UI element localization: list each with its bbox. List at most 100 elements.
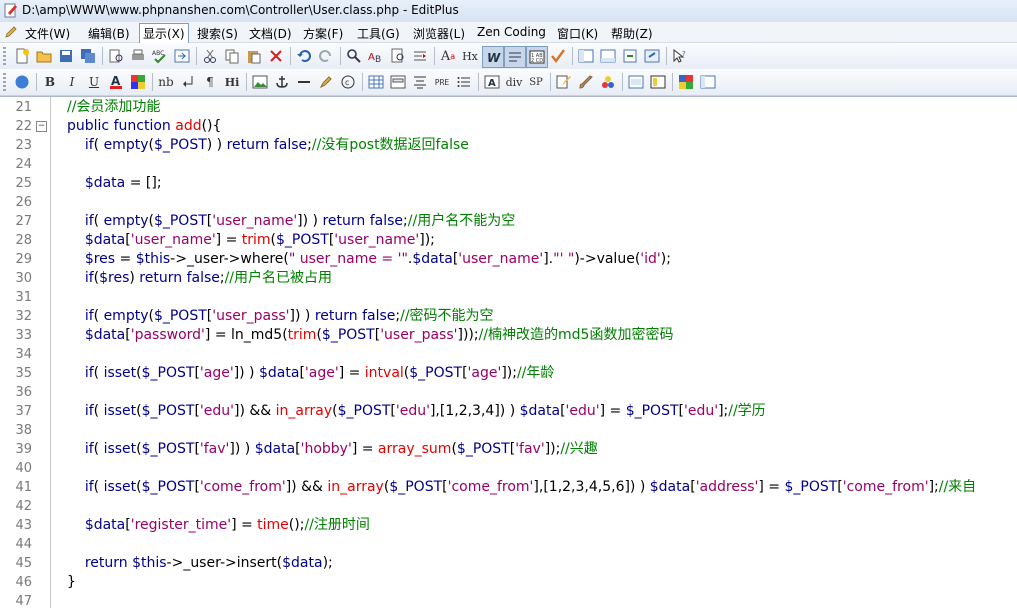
delete-icon[interactable]	[266, 46, 286, 66]
horizontal-rule-icon[interactable]	[294, 72, 314, 92]
frame-icon[interactable]	[626, 72, 646, 92]
open-folder-icon[interactable]	[34, 46, 54, 66]
center-align-icon[interactable]	[410, 72, 430, 92]
menu-item[interactable]: 显示(X)	[139, 23, 189, 44]
font-icon[interactable]: Aa	[438, 46, 458, 66]
highlight-icon[interactable]	[316, 72, 336, 92]
line-break-icon[interactable]	[178, 72, 198, 92]
output-window-icon[interactable]	[598, 46, 618, 66]
form-icon[interactable]	[388, 72, 408, 92]
menu-item[interactable]: Zen Coding	[474, 24, 549, 40]
code-line[interactable]: 32 if( empty($_POST['user_pass']) ) retu…	[0, 307, 1017, 326]
code-line[interactable]: 34	[0, 345, 1017, 364]
line-number-icon[interactable]: 1 AB 2 CD	[526, 46, 548, 68]
toolbar-grip[interactable]	[3, 73, 6, 91]
globe-icon[interactable]	[12, 72, 32, 92]
paste-icon[interactable]	[244, 46, 264, 66]
fold-toggle-icon[interactable]: −	[36, 121, 47, 132]
code-line[interactable]: 26	[0, 193, 1017, 212]
code-line[interactable]: 40	[0, 459, 1017, 478]
code-line[interactable]: 24	[0, 155, 1017, 174]
menu-item[interactable]: 文档(D)	[246, 24, 295, 43]
code-line[interactable]: 31	[0, 288, 1017, 307]
code-line[interactable]: 29 $res = $this->_user->where(" user_nam…	[0, 250, 1017, 269]
heading-icon[interactable]: Hi	[222, 72, 242, 92]
help-cursor-icon[interactable]: ?	[670, 46, 690, 66]
spell-check-icon[interactable]: ABC	[150, 46, 170, 66]
italic-icon[interactable]: I	[62, 72, 82, 92]
print-icon[interactable]	[128, 46, 148, 66]
code-line[interactable]: 28 $data['user_name'] = trim($_POST['use…	[0, 231, 1017, 250]
ruler-icon[interactable]	[504, 46, 526, 68]
print-preview-icon[interactable]	[106, 46, 126, 66]
code-line[interactable]: 25 $data = [];	[0, 174, 1017, 193]
replace-icon[interactable]: AB	[366, 46, 386, 66]
menu-item[interactable]: 方案(F)	[300, 24, 346, 43]
code-line[interactable]: 22− public function add(){	[0, 117, 1017, 136]
menu-item[interactable]: 窗口(K)	[554, 24, 601, 43]
code-line[interactable]: 41 if( isset($_POST['come_from']) && in_…	[0, 478, 1017, 497]
text-box-icon[interactable]: A	[482, 72, 502, 92]
window-layout-icon[interactable]	[648, 72, 668, 92]
color-palette-icon[interactable]	[128, 72, 148, 92]
code-line[interactable]: 37 if( isset($_POST['edu']) && in_array(…	[0, 402, 1017, 421]
word-wrap-icon[interactable]: W	[482, 46, 504, 68]
list-icon[interactable]	[454, 72, 474, 92]
check-icon[interactable]	[548, 46, 568, 66]
code-line[interactable]: 36	[0, 383, 1017, 402]
bold-icon[interactable]: B	[40, 72, 60, 92]
fullscreen-icon[interactable]	[642, 46, 662, 66]
copy-icon[interactable]	[222, 46, 242, 66]
redo-icon[interactable]	[316, 46, 336, 66]
code-line[interactable]: 44	[0, 535, 1017, 554]
span-icon[interactable]: SP	[526, 72, 546, 92]
code-line[interactable]: 47	[0, 592, 1017, 611]
code-line[interactable]: 39 if( isset($_POST['fav']) ) $data['hob…	[0, 440, 1017, 459]
code-editor[interactable]: 21 //会员添加功能 22− public function add(){23 if…	[0, 96, 1017, 611]
color-grid-icon[interactable]	[676, 72, 696, 92]
goto-line-icon[interactable]	[410, 46, 430, 66]
pre-icon[interactable]: PRE	[432, 72, 452, 92]
code-line[interactable]: 46}	[0, 573, 1017, 592]
find-in-files-icon[interactable]	[388, 46, 408, 66]
menu-item[interactable]: 搜索(S)	[194, 24, 241, 43]
hx-icon[interactable]: Hx	[460, 46, 480, 66]
menu-item[interactable]: 帮助(Z)	[608, 24, 656, 43]
code-line[interactable]: 27 if( empty($_POST['user_name']) ) retu…	[0, 212, 1017, 231]
find-icon[interactable]	[344, 46, 364, 66]
save-all-icon[interactable]	[78, 46, 98, 66]
code-line[interactable]: 43 $data['register_time'] = time();//注册时…	[0, 516, 1017, 535]
color-picker-icon[interactable]	[598, 72, 618, 92]
save-icon[interactable]	[56, 46, 76, 66]
new-file-icon[interactable]	[12, 46, 32, 66]
code-line[interactable]: 30 if($res) return false;//用户名已被占用	[0, 269, 1017, 288]
code-line[interactable]: 42	[0, 497, 1017, 516]
browser-preview-icon[interactable]	[172, 46, 192, 66]
code-line[interactable]: 33 $data['password'] = ln_md5(trim($_POS…	[0, 326, 1017, 345]
panel-icon[interactable]	[698, 72, 718, 92]
code-line[interactable]: 45 return $this->_user->insert($data);	[0, 554, 1017, 573]
paragraph-icon[interactable]: ¶	[200, 72, 220, 92]
brush-icon[interactable]	[576, 72, 596, 92]
edit-tag-icon[interactable]	[554, 72, 574, 92]
menu-item[interactable]: 编辑(B)	[85, 24, 133, 43]
underline-icon[interactable]: U	[84, 72, 104, 92]
code-line[interactable]: 21 //会员添加功能	[0, 98, 1017, 117]
copyright-icon[interactable]: c	[338, 72, 358, 92]
directory-window-icon[interactable]	[576, 46, 596, 66]
cliptext-icon[interactable]	[620, 46, 640, 66]
image-icon[interactable]	[250, 72, 270, 92]
code-line[interactable]: 38	[0, 421, 1017, 440]
toolbar-grip[interactable]	[3, 47, 6, 65]
div-icon[interactable]: div	[504, 72, 524, 92]
menu-item[interactable]: 浏览器(L)	[410, 24, 468, 43]
font-color-icon[interactable]: A	[106, 72, 126, 92]
menu-item[interactable]: 工具(G)	[354, 24, 403, 43]
menu-item[interactable]: 文件(W)	[22, 24, 73, 43]
cut-icon[interactable]	[200, 46, 220, 66]
table-icon[interactable]	[366, 72, 386, 92]
undo-icon[interactable]	[294, 46, 314, 66]
nbsp-icon[interactable]: nb	[156, 72, 176, 92]
code-line[interactable]: 35 if( isset($_POST['age']) ) $data['age…	[0, 364, 1017, 383]
editplus-app-icon[interactable]	[4, 3, 18, 18]
